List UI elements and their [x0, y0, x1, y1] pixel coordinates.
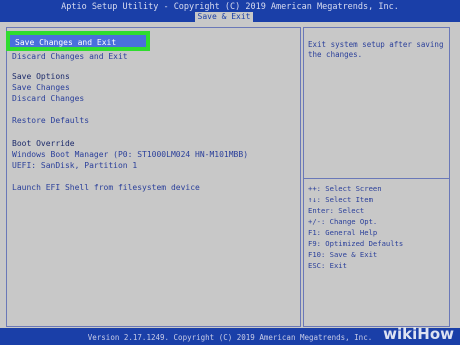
menu-item-discard-changes-exit[interactable]: Discard Changes and Exit [12, 52, 128, 61]
section-heading-save-options: Save Options [12, 72, 70, 81]
tab-save-exit[interactable]: Save & Exit [195, 12, 253, 22]
menu-item-launch-efi-shell[interactable]: Launch EFI Shell from filesystem device [12, 183, 200, 192]
key-hint-change-opt: +/-: Change Opt. [308, 217, 378, 226]
help-panel [303, 27, 450, 327]
key-hint-save-exit: F10: Save & Exit [308, 250, 378, 259]
menu-item-save-changes[interactable]: Save Changes [12, 83, 70, 92]
key-hint-select-item: ↑↓: Select Item [308, 195, 373, 204]
section-heading-boot-override: Boot Override [12, 139, 75, 148]
key-hint-select-screen: ++: Select Screen [308, 184, 382, 193]
menu-item-discard-changes[interactable]: Discard Changes [12, 94, 84, 103]
wikihow-watermark: wikiHow [383, 325, 454, 343]
menu-item-save-changes-exit[interactable]: Save Changes and Exit [6, 31, 150, 51]
menu-item-label: Save Changes and Exit [15, 38, 117, 47]
menu-item-boot-uefi-sandisk[interactable]: UEFI: SanDisk, Partition 1 [12, 161, 137, 170]
help-text-line-1: Exit system setup after saving [308, 40, 444, 49]
menu-item-boot-windows[interactable]: Windows Boot Manager (P0: ST1000LM024 HN… [12, 150, 248, 159]
key-hint-esc-exit: ESC: Exit [308, 261, 347, 270]
bios-screen: Aptio Setup Utility - Copyright (C) 2019… [0, 0, 460, 345]
app-title: Aptio Setup Utility - Copyright (C) 2019… [61, 2, 399, 12]
help-text-line-2: the changes. [308, 50, 363, 59]
key-hint-general-help: F1: General Help [308, 228, 378, 237]
key-hint-optimized-defaults: F9: Optimized Defaults [308, 239, 404, 248]
menu-item-restore-defaults[interactable]: Restore Defaults [12, 116, 89, 125]
key-hint-enter: Enter: Select [308, 206, 365, 215]
help-divider [303, 178, 449, 179]
